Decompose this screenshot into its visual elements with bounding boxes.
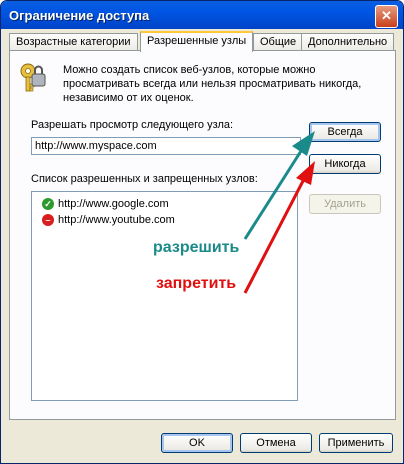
dialog-window: Ограничение доступа ✕ Возрастные категор… (0, 0, 404, 464)
tab-allowed-sites[interactable]: Разрешенные узлы (140, 31, 254, 52)
ok-button-label: OK (189, 437, 205, 449)
ok-button[interactable]: OK (161, 433, 233, 453)
deny-arrow (243, 180, 305, 294)
tab-label: Разрешенные узлы (147, 35, 247, 47)
deny-annotation: запретить (156, 275, 237, 292)
cancel-button[interactable]: Отмена (240, 433, 312, 453)
apply-button-label: Применить (327, 437, 385, 449)
allow-annotation: разрешить (153, 239, 240, 256)
deny-arrow-head (296, 161, 315, 185)
annotation-arrows (144, 43, 315, 294)
apply-button[interactable]: Применить (319, 433, 393, 453)
allow-arrow-head (292, 131, 315, 156)
allow-arrow (243, 150, 303, 240)
cancel-button-label: Отмена (256, 437, 296, 449)
